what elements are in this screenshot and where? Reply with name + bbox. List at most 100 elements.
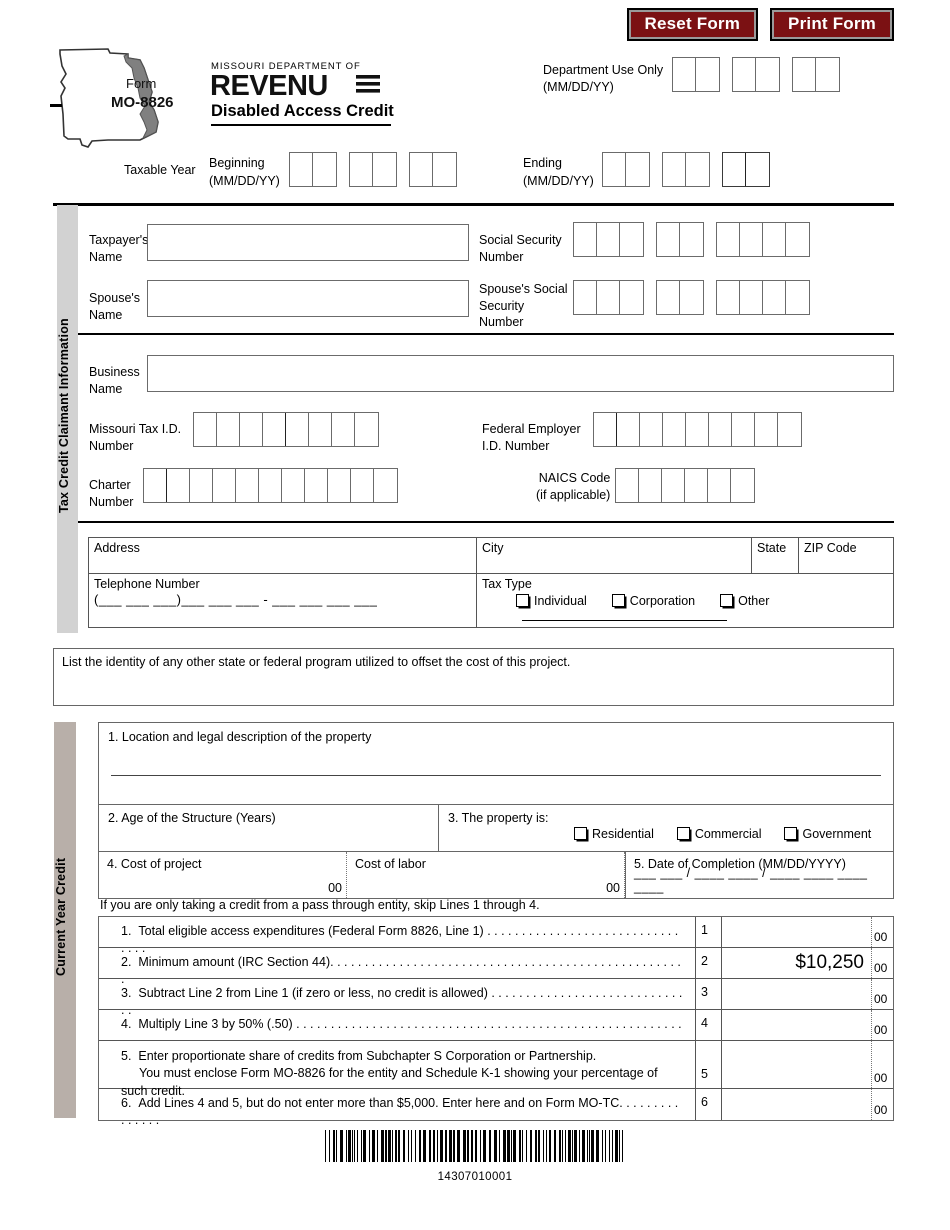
line-3-no: 3 [695, 979, 721, 1009]
tax-type-other-label: Other [738, 594, 770, 608]
address-cell[interactable]: Address [88, 537, 477, 574]
state-cell[interactable]: State [751, 537, 799, 574]
ty-begin-group[interactable] [409, 152, 457, 187]
taxpayer-name-input[interactable] [147, 224, 469, 261]
taxable-year-beginning-boxes[interactable] [289, 152, 457, 187]
line-2-cents: 00 [871, 948, 893, 978]
ssn-group[interactable] [573, 222, 644, 257]
barcode-number: 14307010001 [437, 1171, 513, 1183]
zip-cell[interactable]: ZIP Code [798, 537, 894, 574]
taxable-year-ending-boxes[interactable] [602, 152, 770, 187]
ty-end-group[interactable] [662, 152, 710, 187]
offset-program-box[interactable]: List the identity of any other state or … [53, 648, 894, 706]
property-government-checkbox[interactable] [784, 827, 798, 840]
line-2-no: 2 [695, 948, 721, 978]
line-4-amount-input[interactable] [721, 1010, 871, 1040]
dept-box-group[interactable] [672, 57, 720, 92]
table-row: 3. Subtract Line 2 from Line 1 (if zero … [99, 979, 893, 1017]
telephone-label: Telephone Number [94, 577, 200, 591]
spouse-name-input[interactable] [147, 280, 469, 317]
property-government-label: Government [802, 827, 872, 841]
line-2-number: 2. [121, 955, 132, 969]
line-2-amount-input[interactable]: $10,250 [721, 948, 871, 978]
naics-code-label: NAICS Code (if applicable) [536, 471, 611, 502]
tax-type-other-checkbox[interactable] [720, 594, 734, 607]
tax-type-other-input[interactable] [522, 608, 727, 621]
spouse-ssn-boxes[interactable] [573, 280, 810, 315]
business-name-label: Business Name [89, 365, 140, 396]
line-3-amount-input[interactable] [721, 979, 871, 1009]
pass-through-note: If you are only taking a credit from a p… [100, 898, 540, 912]
revenue-wordmark-icon: REVENU [210, 70, 380, 102]
line-5-amount-input[interactable] [721, 1041, 871, 1088]
missouri-tax-id-boxes[interactable] [193, 412, 379, 447]
tax-type-label: Tax Type [482, 577, 532, 591]
taxable-year-ending-label: Ending (MM/DD/YY) [523, 155, 594, 190]
missouri-tax-id-label: Missouri Tax I.D. Number [89, 422, 182, 453]
offset-program-text: List the identity of any other state or … [62, 655, 571, 669]
telephone-mask: (___ ___ ___)___ ___ ___ - ___ ___ ___ _… [94, 592, 378, 607]
line-6-cents: 00 [871, 1089, 893, 1120]
line-6-amount-input[interactable] [721, 1089, 871, 1120]
fein-boxes[interactable] [593, 412, 802, 447]
spouse-ssn-group[interactable] [573, 280, 644, 315]
state-label: State [757, 541, 787, 555]
tax-type-individual-checkbox[interactable] [516, 594, 529, 607]
city-label: City [482, 541, 504, 555]
barcode-icon [325, 1130, 623, 1162]
property-residential-label: Residential [592, 827, 654, 841]
reset-form-button[interactable]: Reset Form [626, 8, 759, 41]
line-4-cents: 00 [871, 1010, 893, 1040]
telephone-cell[interactable]: Telephone Number (___ ___ ___)___ ___ __… [88, 573, 477, 628]
ssn-boxes[interactable] [573, 222, 810, 257]
date-of-completion-cell[interactable]: 5. Date of Completion (MM/DD/YYYY) ___ _… [625, 852, 893, 898]
ty-begin-group[interactable] [349, 152, 397, 187]
address-table: Address City State ZIP Code Telephone Nu… [88, 537, 894, 628]
form-title: Disabled Access Credit [211, 102, 394, 120]
address-label: Address [94, 541, 140, 555]
cost-of-project-label: 4. Cost of project [107, 857, 202, 871]
ssn-label: Social Security Number [479, 233, 562, 264]
address-row: Address City State ZIP Code [88, 537, 894, 574]
sidebar-claimant-information: Tax Credit Claimant Information [57, 205, 78, 633]
naics-code-boxes[interactable] [615, 468, 755, 503]
dept-box-group[interactable] [732, 57, 780, 92]
ssn-group[interactable] [716, 222, 810, 257]
beginning-format: (MM/DD/YY) [209, 173, 280, 188]
charter-number-label: Charter Number [89, 478, 134, 509]
svg-text:REVENU: REVENU [210, 70, 328, 102]
line-1-amount-input[interactable] [721, 917, 871, 947]
department-use-format: (MM/DD/YY) [543, 79, 614, 94]
property-residential-checkbox[interactable] [574, 827, 587, 840]
tax-type-cell: Tax Type Individual Corporation Other [476, 573, 894, 628]
ty-end-group[interactable] [602, 152, 650, 187]
taxpayer-name-label: Taxpayer's Name [89, 233, 149, 264]
line-3-text: Subtract Line 2 from Line 1 (if zero or … [138, 986, 488, 1000]
ssn-group[interactable] [656, 222, 704, 257]
property-commercial-checkbox[interactable] [676, 827, 690, 840]
dept-box-group[interactable] [792, 57, 840, 92]
spouse-ssn-group[interactable] [716, 280, 810, 315]
line-4-text: Multiply Line 3 by 50% (.50) [138, 1017, 293, 1031]
age-of-structure-cell[interactable]: 2. Age of the Structure (Years) [99, 805, 439, 851]
line-5-number: 5. [121, 1049, 132, 1063]
print-form-button[interactable]: Print Form [770, 8, 894, 41]
line-3-cents: 00 [871, 979, 893, 1009]
cost-of-labor-cell[interactable]: Cost of labor 00 [347, 852, 625, 898]
ty-end-group[interactable] [722, 152, 770, 187]
cost-of-project-cell[interactable]: 4. Cost of project 00 [99, 852, 347, 898]
section-divider [53, 203, 894, 206]
city-cell[interactable]: City [476, 537, 752, 574]
department-use-text: Department Use Only [543, 63, 664, 77]
ty-begin-group[interactable] [289, 152, 337, 187]
spouse-ssn-group[interactable] [656, 280, 704, 315]
charter-number-boxes[interactable] [143, 468, 398, 503]
tax-type-corporation-checkbox[interactable] [611, 594, 625, 607]
business-name-input[interactable] [147, 355, 894, 392]
property-description-row[interactable]: 1. Location and legal description of the… [99, 723, 893, 805]
line-5-text: Enter proportionate share of credits fro… [138, 1049, 597, 1063]
department-use-boxes[interactable] [672, 57, 840, 92]
property-description-writeline [111, 775, 881, 776]
property-type-cell: 3. The property is: Residential Commerci… [439, 805, 893, 851]
form-number-label: MO-8826 [111, 94, 174, 111]
